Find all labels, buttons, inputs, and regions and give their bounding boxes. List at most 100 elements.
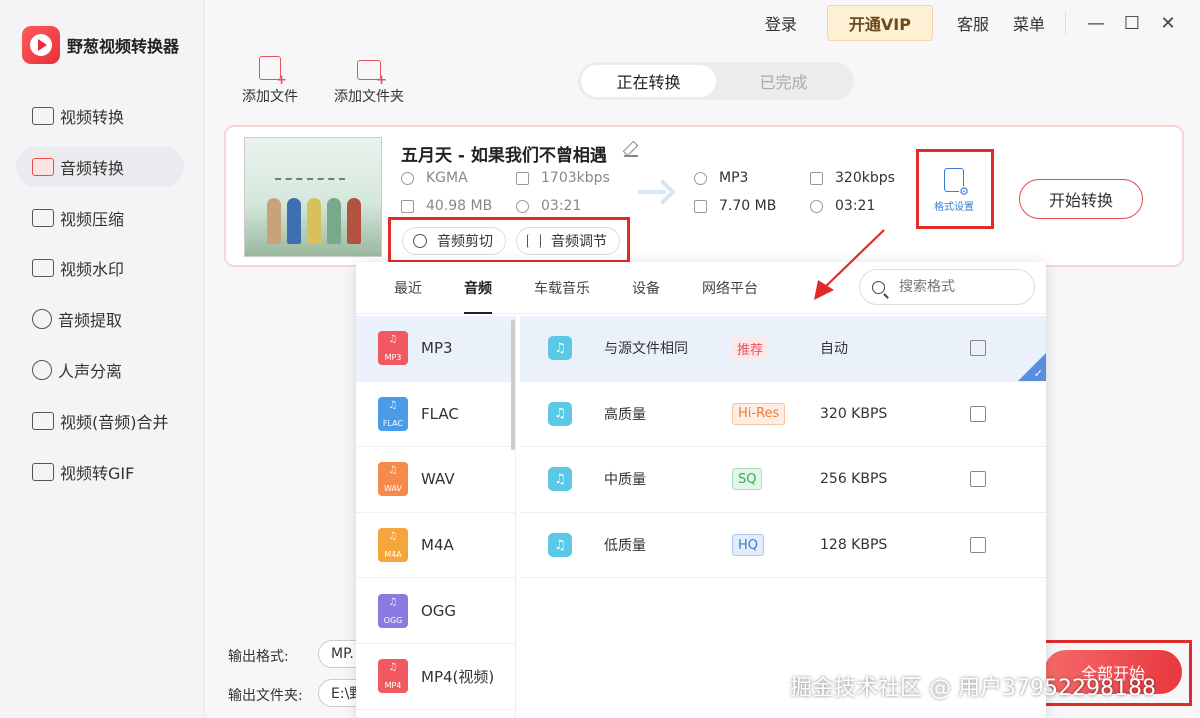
format-item-mp4[interactable]: MP4 MP4(视频) [356,644,515,710]
tab-converting[interactable]: 正在转换 [581,65,716,97]
add-file-label: 添加文件 [242,89,298,105]
quality-tag: Hi-Res [732,402,786,425]
login-link[interactable]: 登录 [765,11,797,35]
sidebar-item-audio-extract[interactable]: 音频提取 [16,299,184,339]
highlight-box [388,217,630,263]
music-icon: ♫ [548,336,572,361]
target-size: 7.70 MB [694,198,776,214]
maximize-icon[interactable]: ☐ [1116,7,1148,39]
source-size: 40.98 MB [401,198,492,214]
add-file-button[interactable]: 添加文件 [242,56,298,106]
check-icon: ✓ [1033,366,1043,380]
sidebar-item-merge[interactable]: 视频(音频)合并 [16,401,184,441]
format-icon [401,171,414,185]
source-size-value: 40.98 MB [426,198,493,214]
target-bitrate: 320kbps [810,170,895,186]
tab-network-platform[interactable]: 网络平台 [702,262,758,314]
format-name: OGG [421,601,457,620]
tab-audio[interactable]: 音频 [464,262,492,314]
format-name: FLAC [421,404,459,423]
tab-recent[interactable]: 最近 [394,262,422,314]
add-file-icon [259,56,287,88]
vip-button[interactable]: 开通VIP [826,5,933,41]
quality-bitrate: 320 KBPS [820,405,888,422]
target-format-value: MP3 [719,170,749,186]
add-folder-label: 添加文件夹 [334,89,404,105]
format-name: MP4(视频) [421,667,495,686]
sidebar: 野葱视频转换器 视频转换 音频转换 视频压缩 视频水印 音频提取 人声分离 视频… [0,0,205,718]
app-title: 野葱视频转换器 [67,37,180,56]
sidebar-nav: 视频转换 音频转换 视频压缩 视频水印 音频提取 人声分离 视频(音频)合并 视… [16,96,184,502]
sidebar-item-video-compress[interactable]: 视频压缩 [16,198,184,238]
quality-row-low[interactable]: ♫ 低质量 HQ 128 KBPS [520,513,1046,579]
quality-tag: SQ [732,468,763,491]
format-item-flac[interactable]: FLAC FLAC [356,382,515,448]
title-bar: 登录 开通VIP 客服 菜单 — ☐ ✕ [765,0,1200,46]
quality-bitrate: 自动 [820,341,848,358]
clock-icon [516,199,529,213]
flac-icon: FLAC [378,396,408,431]
output-folder-label: 输出文件夹: [228,688,303,704]
tab-car-music[interactable]: 车载音乐 [534,262,590,314]
arrow-right-icon [638,182,672,202]
sidebar-item-video-watermark[interactable]: 视频水印 [16,248,184,288]
edit-icon[interactable] [970,471,986,488]
divider [1065,11,1066,35]
quality-bitrate: 256 KBPS [820,471,888,488]
target-duration: 03:21 [810,198,875,214]
sidebar-item-label: 音频转换 [60,158,125,178]
menu-link[interactable]: 菜单 [1013,11,1045,35]
start-convert-button[interactable]: 开始转换 [1019,179,1143,219]
quality-row-source[interactable]: ♫ 与源文件相同 推荐 自动 ✓ [520,316,1046,382]
sidebar-item-video-to-gif[interactable]: 视频转GIF [16,452,184,492]
file-title: 五月天 - 如果我们不曾相遇 [401,146,607,166]
quality-row-high[interactable]: ♫ 高质量 Hi-Res 320 KBPS [520,382,1046,448]
add-folder-button[interactable]: 添加文件夹 [334,56,404,106]
format-popup: 最近 音频 车载音乐 设备 网络平台 MP3MP3 FLAC FLAC WAVWA… [356,262,1046,718]
logo-icon [22,26,60,64]
source-duration: 03:21 [516,198,581,214]
app-logo: 野葱视频转换器 [22,26,179,64]
search-input[interactable] [899,279,1019,295]
sidebar-item-label: 视频转换 [60,108,125,127]
edit-icon[interactable] [624,143,638,157]
target-duration-value: 03:21 [835,198,876,214]
edit-icon[interactable] [970,340,986,357]
sidebar-item-label: 音频提取 [58,311,123,331]
edit-icon[interactable] [970,405,986,422]
quality-name: 中质量 [604,472,646,489]
format-list-scrollbar[interactable] [511,320,515,450]
format-item-ogg[interactable]: OGG OGG [356,578,515,644]
source-bitrate-value: 1703kbps [541,170,610,186]
source-duration-value: 03:21 [541,198,582,214]
bitrate-icon [516,171,529,185]
clock-icon [810,199,823,213]
service-link[interactable]: 客服 [957,11,989,35]
file-card: 五月天 - 如果我们不曾相遇 KGMA 1703kbps 40.98 MB 03… [224,125,1184,267]
tab-device[interactable]: 设备 [632,262,660,314]
edit-icon[interactable] [970,537,986,554]
quality-name: 低质量 [604,538,646,555]
sidebar-item-audio-convert[interactable]: 音频转换 [16,146,184,187]
compress-icon [32,208,54,227]
sidebar-item-vocal-separate[interactable]: 人声分离 [16,350,184,390]
format-item-mp3[interactable]: MP3 MP3 [356,316,515,382]
sidebar-item-video-convert[interactable]: 视频转换 [16,96,184,136]
microphone-icon [32,309,52,330]
minimize-icon[interactable]: — [1080,7,1112,39]
close-icon[interactable]: ✕ [1152,7,1184,39]
quality-bitrate: 128 KBPS [820,537,888,554]
format-item-m4a[interactable]: M4A M4A [356,513,515,579]
video-icon [32,107,54,125]
sidebar-item-label: 人声分离 [58,361,123,381]
quality-list: ♫ 与源文件相同 推荐 自动 ✓ ♫ 高质量 Hi-Res 320 KBPS ♫… [520,316,1046,579]
format-list: MP3 MP3 FLAC FLAC WAV WAV M4A M4A OGG OGG MP4… [356,316,516,718]
vocal-icon [32,359,52,380]
target-size-value: 7.70 MB [719,198,777,214]
format-name: MP3 [421,339,453,358]
tab-completed[interactable]: 已完成 [716,65,851,97]
source-format: KGMA [401,170,468,186]
format-item-wav[interactable]: WAV WAV [356,447,515,513]
format-name: M4A [421,536,454,555]
quality-row-medium[interactable]: ♫ 中质量 SQ 256 KBPS [520,447,1046,513]
